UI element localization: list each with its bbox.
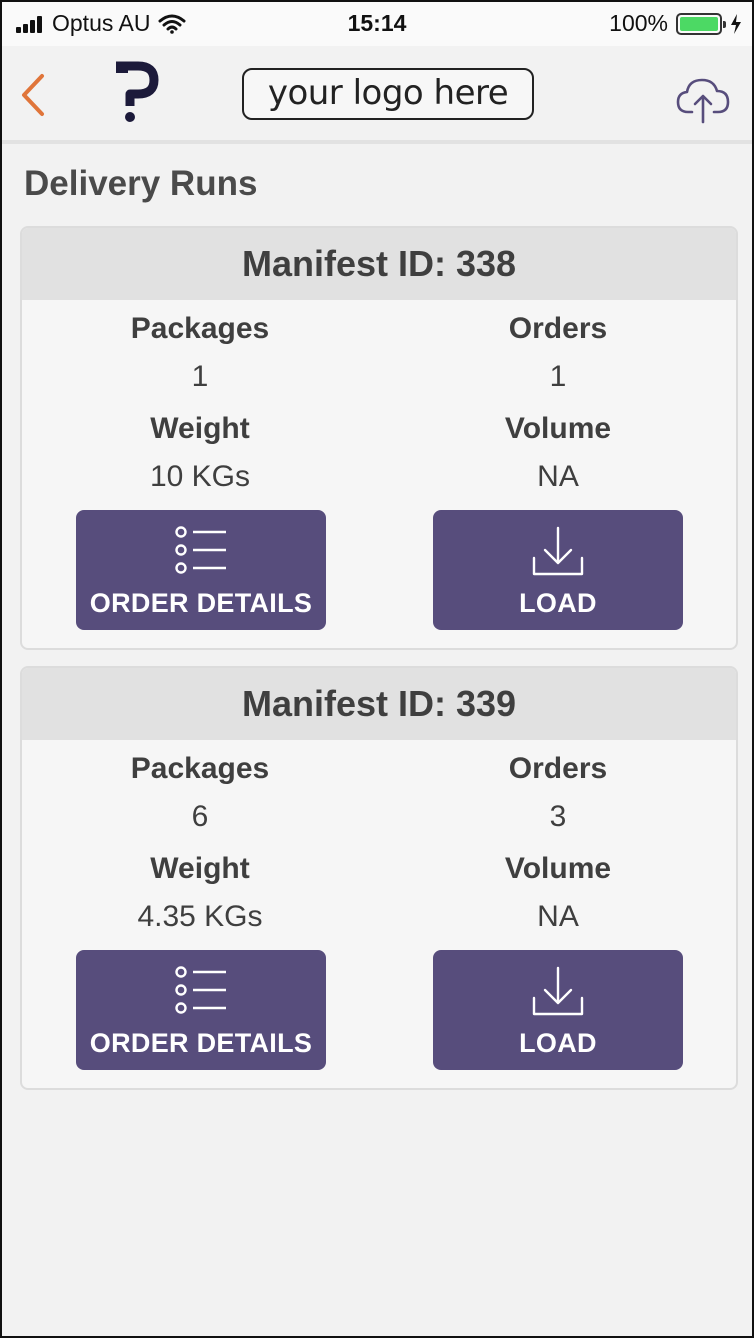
packages-stat: Packages 6 xyxy=(50,752,350,834)
battery-percent: 100% xyxy=(609,10,668,36)
brand-logo-placeholder: your logo here xyxy=(242,68,534,120)
volume-stat: Volume NA xyxy=(408,852,708,934)
load-button[interactable]: LOAD xyxy=(433,510,683,630)
order-details-button[interactable]: ORDER DETAILS xyxy=(76,510,326,630)
volume-value: NA xyxy=(537,900,579,933)
order-details-label: ORDER DETAILS xyxy=(89,1028,313,1058)
cloud-upload-icon xyxy=(676,78,730,124)
load-label: LOAD xyxy=(519,588,597,618)
back-button[interactable] xyxy=(16,70,56,120)
packages-label: Packages xyxy=(130,312,270,345)
orders-label: Orders xyxy=(508,752,608,785)
packages-label: Packages xyxy=(130,752,270,785)
packages-value: 1 xyxy=(191,360,209,393)
volume-value: NA xyxy=(537,460,579,493)
download-icon xyxy=(532,966,584,1016)
weight-value: 4.35 KGs xyxy=(137,900,263,933)
download-icon xyxy=(532,526,584,576)
app-screen: Optus AU 15:14 100% your logo here Deliv… xyxy=(0,0,754,1338)
orders-label: Orders xyxy=(508,312,608,345)
weight-stat: Weight 10 KGs xyxy=(50,412,350,494)
status-right: 100% xyxy=(609,10,742,37)
manifest-card: Manifest ID: 339 Packages 6 Orders 3 Wei… xyxy=(20,666,738,1090)
orders-stat: Orders 3 xyxy=(408,752,708,834)
volume-label: Volume xyxy=(504,412,612,445)
list-icon xyxy=(175,966,226,1014)
page-title: Delivery Runs xyxy=(24,164,258,203)
weight-label: Weight xyxy=(150,412,250,445)
app-logo-icon xyxy=(116,61,159,122)
charging-bolt-icon xyxy=(731,13,741,34)
load-button[interactable]: LOAD xyxy=(433,950,683,1070)
weight-value: 10 KGs xyxy=(149,460,251,493)
weight-stat: Weight 4.35 KGs xyxy=(50,852,350,934)
orders-value: 1 xyxy=(549,360,567,393)
upload-button[interactable] xyxy=(674,74,732,126)
packages-stat: Packages 1 xyxy=(50,312,350,394)
order-details-button[interactable]: ORDER DETAILS xyxy=(76,950,326,1070)
battery-icon xyxy=(676,12,726,35)
manifest-title: Manifest ID: 338 xyxy=(22,228,736,300)
list-icon xyxy=(175,526,226,574)
app-logo xyxy=(108,60,164,124)
manifest-card: Manifest ID: 338 Packages 1 Orders 1 Wei… xyxy=(20,226,738,650)
manifest-title: Manifest ID: 339 xyxy=(22,668,736,740)
orders-value: 3 xyxy=(549,800,567,833)
volume-stat: Volume NA xyxy=(408,412,708,494)
app-header: your logo here xyxy=(2,46,752,144)
load-label: LOAD xyxy=(519,1028,597,1058)
weight-label: Weight xyxy=(150,852,250,885)
orders-stat: Orders 1 xyxy=(408,312,708,394)
chevron-left-icon xyxy=(22,74,44,116)
volume-label: Volume xyxy=(504,852,612,885)
order-details-label: ORDER DETAILS xyxy=(89,588,313,618)
status-bar: Optus AU 15:14 100% xyxy=(2,2,752,46)
packages-value: 6 xyxy=(191,800,209,833)
